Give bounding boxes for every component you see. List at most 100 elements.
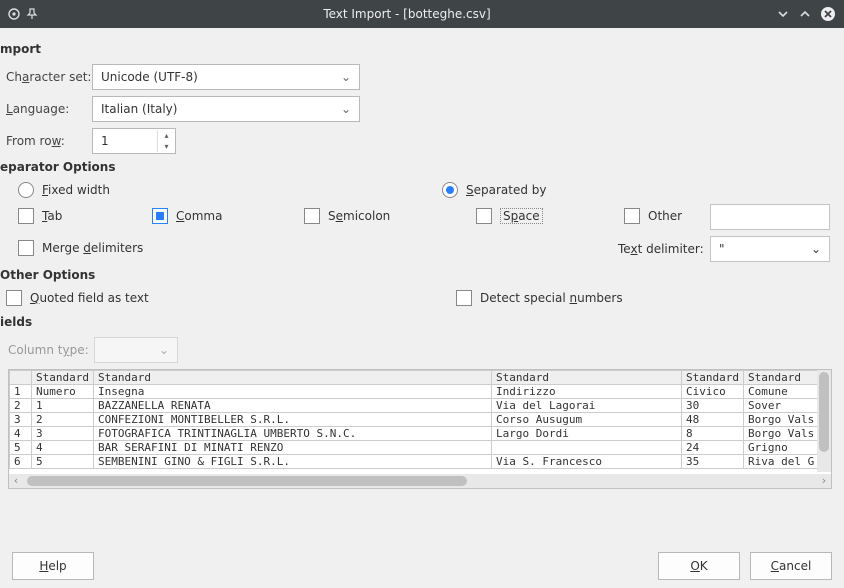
- dialog-footer: Help OK Cancel: [0, 552, 844, 580]
- app-menu-icon[interactable]: [8, 8, 20, 20]
- space-checkbox-group[interactable]: Space: [476, 208, 543, 224]
- charset-row: Character set: Unicode (UTF-8) ⌄: [0, 64, 832, 90]
- cell: 2: [32, 413, 94, 427]
- horizontal-scrollbar[interactable]: ‹ ›: [9, 474, 831, 488]
- column-type-label: Column type:: [8, 343, 94, 357]
- text-delimiter-value: ": [719, 242, 725, 256]
- tab-checkbox-group[interactable]: Tab: [18, 208, 62, 224]
- vertical-scrollbar[interactable]: [817, 370, 831, 472]
- table-row[interactable]: 5 4 BAR SERAFINI DI MINATI RENZO 24 Grig…: [10, 441, 831, 455]
- cell: Largo Dordi: [491, 427, 681, 441]
- text-delimiter-label: Text delimiter:: [618, 242, 704, 256]
- spinner-up-icon[interactable]: ▴: [158, 130, 175, 141]
- quoted-field-group[interactable]: Quoted field as text: [6, 290, 149, 306]
- cell: 48: [681, 413, 743, 427]
- maximize-icon[interactable]: [798, 7, 812, 21]
- chevron-down-icon: ⌄: [159, 343, 169, 357]
- section-other-heading: Other Options: [0, 268, 832, 282]
- cancel-button[interactable]: Cancel: [750, 552, 832, 580]
- table-row[interactable]: 6 5 SEMBENINI GINO & FIGLI S.R.L. Via S.…: [10, 455, 831, 469]
- cell: Numero: [32, 385, 94, 399]
- cell: Insegna: [93, 385, 491, 399]
- rownum: 4: [10, 427, 32, 441]
- table-row[interactable]: 3 2 CONFEZIONI MONTIBELLER S.R.L. Corso …: [10, 413, 831, 427]
- chevron-down-icon: ⌄: [341, 102, 351, 116]
- titlebar-right-icons: [776, 6, 836, 22]
- scroll-right-icon[interactable]: ›: [817, 474, 831, 488]
- cell: BAZZANELLA RENATA: [93, 399, 491, 413]
- fromrow-spinner[interactable]: 1 ▴ ▾: [92, 128, 176, 154]
- charset-value: Unicode (UTF-8): [101, 70, 198, 84]
- cell: 1: [32, 399, 94, 413]
- scrollbar-thumb[interactable]: [27, 476, 467, 486]
- scroll-left-icon[interactable]: ‹: [9, 474, 23, 488]
- comma-label: Comma: [176, 209, 222, 223]
- cell: FOTOGRAFICA TRINTINAGLIA UMBERTO S.N.C.: [93, 427, 491, 441]
- detect-label: Detect special numbers: [480, 291, 623, 305]
- ok-label: OK: [690, 559, 707, 573]
- fromrow-row: From row: 1 ▴ ▾: [0, 128, 832, 154]
- checkbox-comma[interactable]: [152, 208, 168, 224]
- other-delimiter-input[interactable]: [710, 204, 830, 230]
- separated-by-option[interactable]: Separated by: [442, 182, 547, 198]
- checkbox-tab[interactable]: [18, 208, 34, 224]
- col-header[interactable]: Standard: [93, 371, 491, 385]
- rownum: 3: [10, 413, 32, 427]
- column-type-row: Column type: ⌄: [0, 337, 832, 363]
- chevron-down-icon: ⌄: [811, 242, 821, 256]
- minimize-icon[interactable]: [776, 7, 790, 21]
- scrollbar-thumb[interactable]: [819, 372, 829, 452]
- radio-separated-by[interactable]: [442, 182, 458, 198]
- section-separator-heading: eparator Options: [0, 160, 832, 174]
- comma-checkbox-group[interactable]: Comma: [152, 208, 222, 224]
- section-fields-heading: ields: [0, 315, 832, 329]
- checkbox-detect[interactable]: [456, 290, 472, 306]
- checkbox-space[interactable]: [476, 208, 492, 224]
- language-select[interactable]: Italian (Italy) ⌄: [92, 96, 360, 122]
- fromrow-value: 1: [93, 134, 157, 148]
- semicolon-checkbox-group[interactable]: Semicolon: [304, 208, 390, 224]
- semicolon-label: Semicolon: [328, 209, 390, 223]
- help-button[interactable]: Help: [12, 552, 94, 580]
- section-import-heading: mport: [0, 42, 832, 56]
- cell: 30: [681, 399, 743, 413]
- cancel-label: Cancel: [771, 559, 812, 573]
- quoted-label: Quoted field as text: [30, 291, 149, 305]
- table-row[interactable]: 1 Numero Insegna Indirizzo Civico Comune: [10, 385, 831, 399]
- table-header-row: Standard Standard Standard Standard Stan…: [10, 371, 831, 385]
- text-delimiter-combo[interactable]: " ⌄: [710, 236, 830, 262]
- col-header[interactable]: Standard: [491, 371, 681, 385]
- pin-icon[interactable]: [26, 8, 38, 20]
- cell: Via del Lagorai: [491, 399, 681, 413]
- table-row[interactable]: 4 3 FOTOGRAFICA TRINTINAGLIA UMBERTO S.N…: [10, 427, 831, 441]
- checkbox-merge[interactable]: [18, 240, 34, 256]
- titlebar-left-icons: [8, 8, 38, 20]
- checkbox-other[interactable]: [624, 208, 640, 224]
- checkbox-quoted[interactable]: [6, 290, 22, 306]
- spinner-arrows: ▴ ▾: [157, 130, 175, 152]
- detect-numbers-group[interactable]: Detect special numbers: [456, 290, 623, 306]
- cell: Via S. Francesco: [491, 455, 681, 469]
- preview-table[interactable]: Standard Standard Standard Standard Stan…: [9, 370, 831, 469]
- charset-select[interactable]: Unicode (UTF-8) ⌄: [92, 64, 360, 90]
- merge-delimiters-group[interactable]: Merge delimiters: [18, 240, 143, 256]
- other-checkbox-group[interactable]: Other: [624, 208, 682, 224]
- fixed-width-option[interactable]: Fixed width: [18, 182, 418, 198]
- fixed-width-label: Fixed width: [42, 183, 110, 197]
- window-title: Text Import - [botteghe.csv]: [38, 7, 776, 21]
- cell: 4: [32, 441, 94, 455]
- col-header[interactable]: Standard: [32, 371, 94, 385]
- other-options-row: Quoted field as text Detect special numb…: [6, 290, 832, 309]
- col-header[interactable]: Standard: [681, 371, 743, 385]
- rownum: 2: [10, 399, 32, 413]
- table-row[interactable]: 2 1 BAZZANELLA RENATA Via del Lagorai 30…: [10, 399, 831, 413]
- close-icon[interactable]: [820, 6, 836, 22]
- spinner-down-icon[interactable]: ▾: [158, 141, 175, 152]
- rownum-header: [10, 371, 32, 385]
- ok-button[interactable]: OK: [658, 552, 740, 580]
- language-label: Language:: [0, 102, 92, 116]
- separator-mode-row: Fixed width Separated by: [18, 182, 832, 198]
- radio-fixed-width[interactable]: [18, 182, 34, 198]
- checkbox-semicolon[interactable]: [304, 208, 320, 224]
- other-label: Other: [648, 209, 682, 223]
